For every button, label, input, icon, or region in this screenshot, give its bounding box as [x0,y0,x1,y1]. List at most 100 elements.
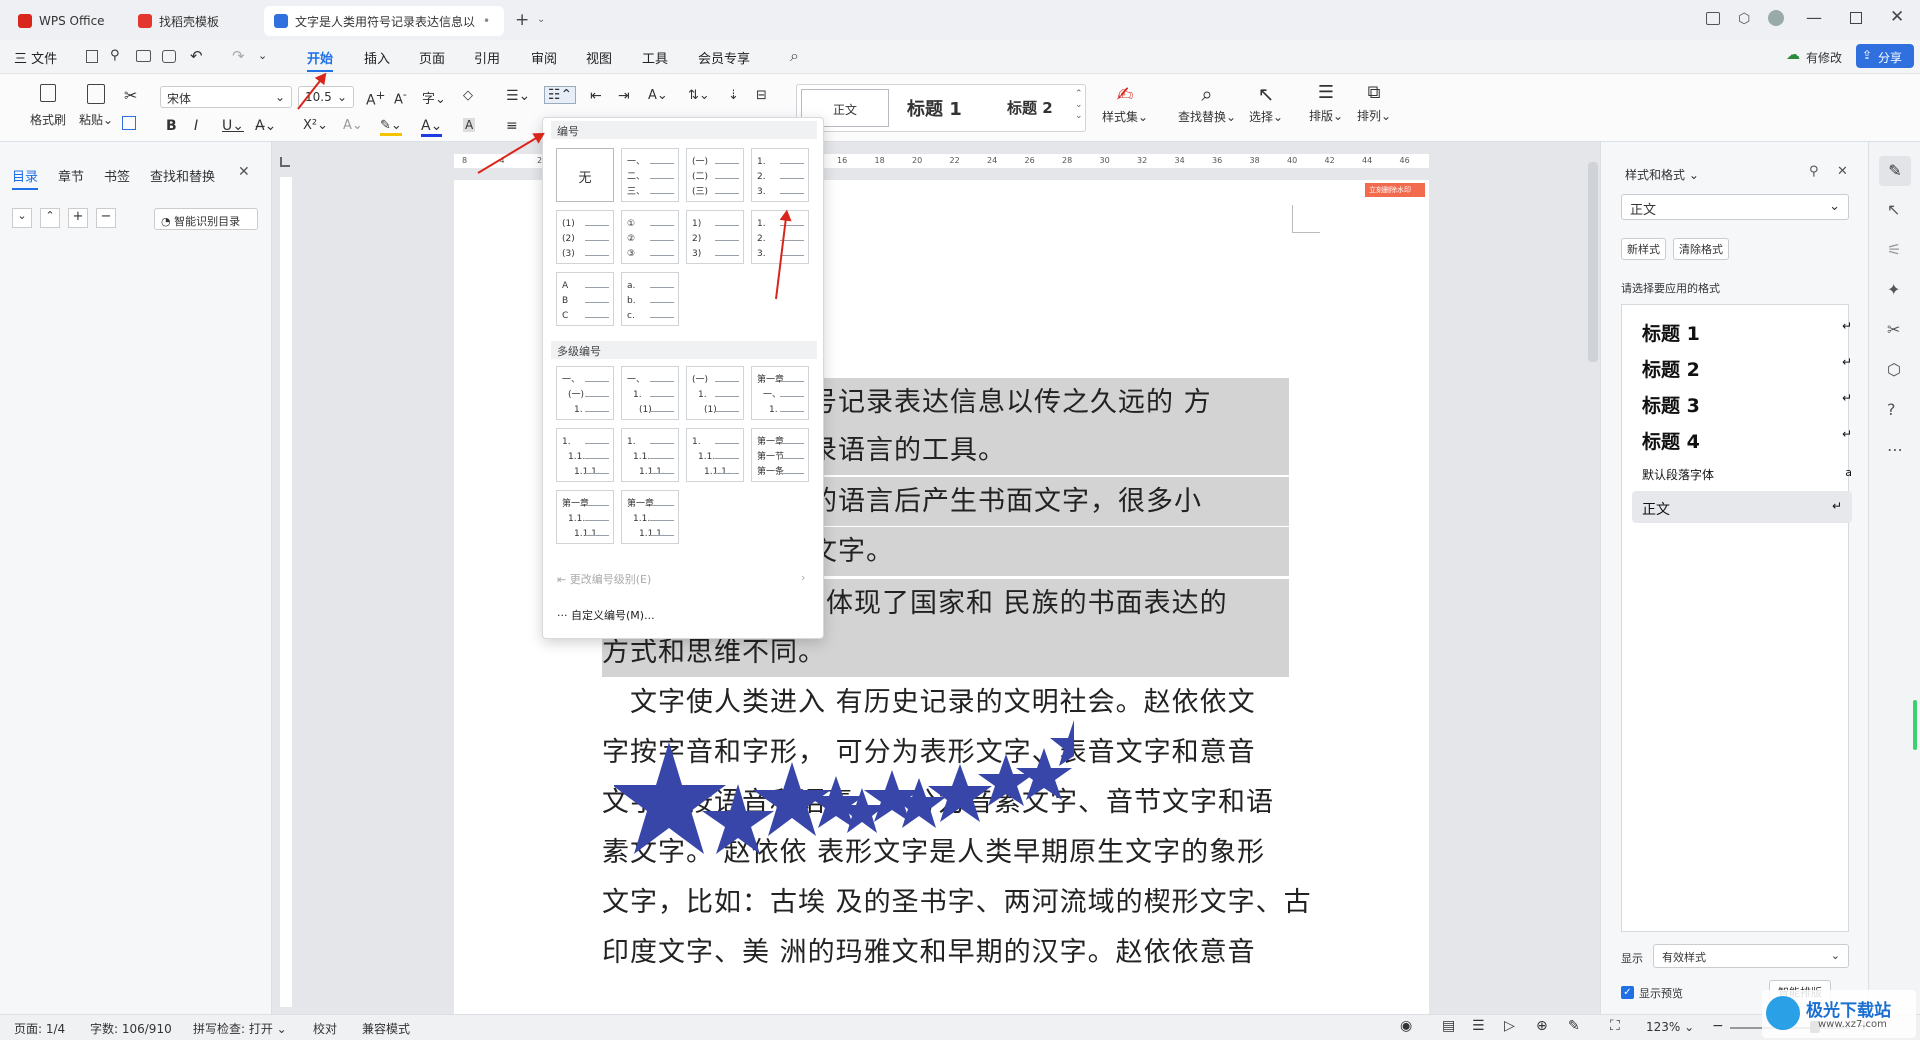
menu-home[interactable]: 开始 [307,48,334,72]
modified-status[interactable]: 有修改 [1806,49,1842,66]
menu-tools[interactable]: 工具 [642,48,668,67]
menu-insert[interactable]: 插入 [364,48,390,67]
word-count[interactable]: 字数: 106/910 [90,1020,172,1037]
document-line[interactable]: 是记录语言的工具。 [754,426,1289,475]
page-indicator[interactable]: 页面: 1/4 [14,1020,65,1037]
play-icon[interactable]: ▷ [1504,1018,1515,1034]
close-panel-icon[interactable]: ✕ [1837,164,1848,179]
layout-button[interactable]: ☰ 排版⌄ [1304,82,1348,124]
tab-template[interactable]: 找稻壳模板 [128,6,258,36]
align-left-icon[interactable]: ≡ [506,118,518,134]
proofread[interactable]: 校对 [313,1020,337,1037]
line-spacing-icon[interactable]: ⇅⌄ [688,88,710,103]
show-marks-icon[interactable]: ⊟ [756,88,767,103]
web-icon[interactable]: ⊕ [1536,1018,1548,1034]
increase-indent-icon[interactable]: ⇥ [618,88,630,104]
box-icon[interactable]: ⬡ [1887,360,1901,379]
help-icon[interactable]: ? [1887,400,1896,419]
numbering-option[interactable]: 一、 (一) 1. [556,366,614,420]
numbering-option[interactable]: 1) 2) 3) [686,210,744,264]
watermark-badge[interactable]: 立刻删除水印 [1365,183,1425,197]
tab-wps-office[interactable]: WPS Office [8,6,120,36]
style-item-normal[interactable]: 正文 ↵ [1632,491,1852,523]
style-item-default-font[interactable]: 默认段落字体 a [1632,457,1852,489]
zoom-out-icon[interactable]: − [1712,1018,1724,1034]
numbering-option[interactable]: 一、 1. (1) [621,366,679,420]
numbering-option[interactable]: 第一章 1.1. 1.1.1. [556,490,614,544]
chevron-down-icon[interactable]: ⌄ [537,14,545,25]
tab-bookmarks[interactable]: 书签 [104,166,130,185]
numbering-option[interactable]: ① ② ③ [621,210,679,264]
style-heading1[interactable]: 标题 1 [907,95,962,121]
gallery-scroll[interactable]: ⌃ ⌄ ⌄ [1075,89,1083,122]
numbering-option[interactable]: (一) (二) (三) [686,148,744,202]
stars-shape[interactable] [614,720,1074,890]
select-button[interactable]: ↖ 选择⌄ [1244,82,1288,125]
outline-icon[interactable]: ☰ [1472,1018,1485,1034]
superscript-icon[interactable]: X²⌄ [303,118,328,133]
smart-toc-button[interactable]: ◔ 智能识别目录 [154,208,258,230]
restore-icon[interactable] [1850,12,1862,24]
show-select[interactable]: 有效样式 ⌄ [1653,944,1849,968]
tab-find-replace[interactable]: 查找和替换 [150,166,215,185]
custom-numbering-item[interactable]: ··· 自定义编号(M)... [557,607,655,623]
change-level-item[interactable]: ⇤ 更改编号级别(E) [557,571,651,587]
sliders-icon[interactable]: ⚟ [1887,240,1901,259]
document-line[interactable]: 没有文字。 [754,527,1289,576]
close-window-icon[interactable]: ✕ [1890,7,1904,27]
numbering-option[interactable]: 1. 1.1. 1.1.1. [621,428,679,482]
pen-mode-icon[interactable]: ✎ [1568,1018,1580,1034]
share-button[interactable]: ⇪ 分享 [1856,44,1914,68]
document-line[interactable]: 用符号记录表达信息以传之久远的 方 [754,378,1289,427]
preview-checkbox[interactable]: ✓ [1621,986,1634,999]
decrease-indent-icon[interactable]: ⇤ [590,88,602,104]
more-icon[interactable]: ⌄ [258,49,267,62]
page-view-icon[interactable]: ▤ [1442,1018,1455,1034]
menu-member[interactable]: 会员专享 [698,48,750,67]
numbering-option[interactable]: a. b. c. [621,272,679,326]
layout-icon[interactable] [1706,12,1720,25]
pin-icon[interactable]: ⚲ [1809,164,1819,179]
numbering-option[interactable]: (一) 1. (1) [686,366,744,420]
minimize-icon[interactable]: — [1806,8,1822,27]
menu-page[interactable]: 页面 [419,48,445,67]
bullet-list-icon[interactable]: ☰⌄ [506,88,530,104]
shrink-font-icon[interactable]: A- [394,88,407,107]
cut-icon[interactable]: ✂ [124,86,137,105]
styles-panel-title[interactable]: 样式和格式 ⌄ [1625,166,1699,183]
paste-button[interactable]: 粘贴⌄ [76,84,116,128]
numbering-option[interactable]: ABC [556,272,614,326]
font-family-select[interactable]: 宋体 ⌄ [160,86,292,108]
add-icon[interactable]: + [68,208,88,228]
font-color-icon[interactable]: A⌄ [421,118,443,137]
tab-chapters[interactable]: 章节 [58,166,84,185]
ai-icon[interactable]: ✦ [1887,280,1900,299]
tab-toc[interactable]: 目录 [12,166,39,190]
numbering-option[interactable]: (1) (2) (3) [556,210,614,264]
style-heading2[interactable]: 标题 2 [1007,97,1053,118]
find-replace-button[interactable]: ⌕ 查找替换⌄ [1176,82,1238,125]
cube-icon[interactable]: ⬡ [1738,11,1750,27]
print-preview-icon[interactable] [162,50,176,63]
search-icon[interactable]: ⌕ [790,46,799,66]
spell-check[interactable]: 拼写检查: 打开 ⌄ [193,1020,287,1037]
clear-format-icon[interactable]: ◇ [463,88,473,103]
collapse-up-icon[interactable]: ⌃ [40,208,60,228]
collapse-down-icon[interactable]: ⌄ [12,208,32,228]
document-line[interactable]: 印度文字、美 洲的玛雅文和早期的汉字。赵依依意音 [602,928,1256,977]
clear-format-button[interactable]: 清除格式 [1673,238,1729,260]
bold-icon[interactable]: B [166,118,177,134]
format-painter-button[interactable]: 格式刷 [28,84,68,128]
save-icon[interactable] [86,50,98,63]
redo-icon[interactable]: ↷ [232,47,245,65]
highlight-icon[interactable]: ✎⌄ [380,118,402,136]
char-shading-icon[interactable]: A [463,118,476,132]
text-effect-icon[interactable]: A⌄ [343,118,363,133]
find-icon[interactable]: ⚲ [110,48,120,63]
numbering-option[interactable]: 第一章 一、 1. [751,366,809,420]
print-icon[interactable] [136,50,151,62]
close-panel-icon[interactable]: ✕ [238,164,250,180]
file-menu[interactable]: 三 文件 [14,48,57,67]
menu-references[interactable]: 引用 [474,48,500,67]
zoom-level[interactable]: 123% ⌄ [1646,1020,1694,1034]
